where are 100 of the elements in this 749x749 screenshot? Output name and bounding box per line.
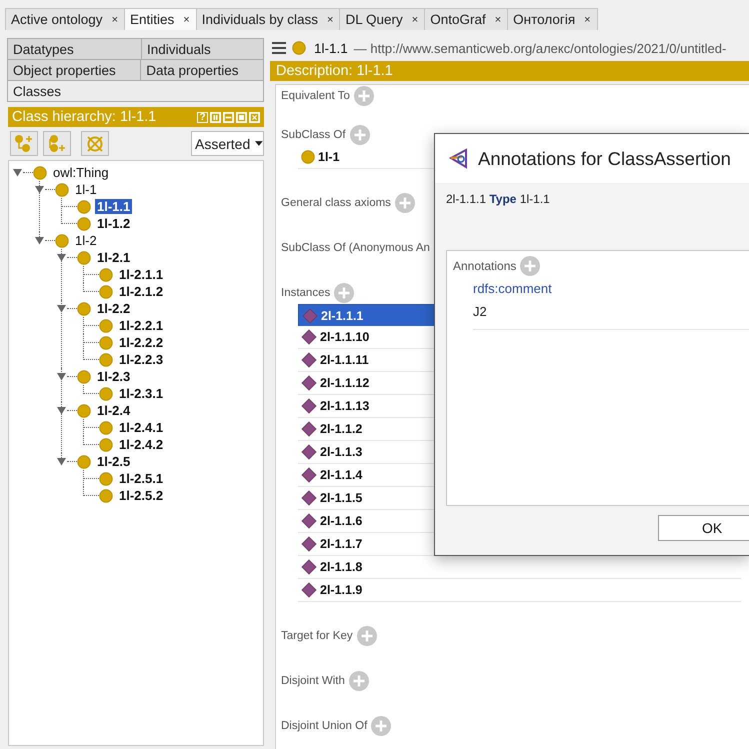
diamond-icon <box>301 513 317 529</box>
tree-item[interactable]: 1l-2.2.3 <box>117 352 166 367</box>
expanded-toggle-icon[interactable] <box>35 185 44 194</box>
add-button[interactable] <box>354 86 374 106</box>
class-circle-icon <box>99 336 113 350</box>
diamond-icon <box>301 536 317 552</box>
tab[interactable]: Active ontology × <box>5 8 125 30</box>
diamond-icon <box>302 308 318 324</box>
menu-icon[interactable] <box>272 42 286 54</box>
class-circle-icon <box>99 420 113 434</box>
diamond-icon <box>301 375 317 391</box>
close-tab-button[interactable]: × <box>494 14 502 26</box>
axiom-text: 2l-1.1.1 Type 1l-1.1 <box>446 192 551 206</box>
expanded-toggle-icon[interactable] <box>35 236 44 245</box>
tree-item[interactable]: 1l-2.3 <box>95 369 132 384</box>
add-button[interactable] <box>520 256 540 276</box>
close-tab-button[interactable]: × <box>327 14 334 26</box>
entity-tab[interactable]: Data properties <box>140 59 264 81</box>
entity-tab[interactable]: Individuals <box>141 38 264 60</box>
tree-item[interactable]: 1l-2.5.2 <box>117 488 166 503</box>
diamond-icon <box>301 421 317 437</box>
tree-item[interactable]: 1l-2.2.1 <box>117 318 166 333</box>
add-subclass-button[interactable] <box>10 131 38 156</box>
tab[interactable]: Entities × <box>124 8 197 30</box>
section-label: SubClass Of <box>281 129 346 141</box>
tree-item[interactable]: 1l-2.4.1 <box>117 420 166 435</box>
tree-item[interactable]: 1l-2.1.1 <box>117 267 166 282</box>
add-button[interactable] <box>371 716 392 736</box>
minimize-icon[interactable] <box>223 112 234 122</box>
diamond-icon <box>301 582 317 598</box>
class-circle-icon <box>77 454 91 468</box>
class-circle-icon <box>55 234 69 248</box>
tree-item[interactable]: 1l-2.2 <box>95 301 132 316</box>
expanded-toggle-icon[interactable] <box>57 406 66 415</box>
diamond-icon <box>301 444 317 460</box>
class-circle-icon <box>99 352 113 366</box>
tree-item[interactable]: 1l-2.5 <box>95 454 132 469</box>
tree-item[interactable]: 1l-1 <box>73 182 99 197</box>
class-circle-icon <box>77 302 91 316</box>
panel-title: Class hierarchy: 1l-1.1 <box>12 109 158 125</box>
tree-item[interactable]: owl:Thing <box>51 165 111 180</box>
tab[interactable]: OntoGraf × <box>424 8 508 30</box>
close-tab-button[interactable]: × <box>584 14 591 26</box>
add-button[interactable] <box>350 125 370 145</box>
delete-icon <box>85 134 105 154</box>
tree-item[interactable]: 1l-2.1 <box>95 250 132 265</box>
add-sibling-icon <box>47 134 67 154</box>
close-tab-button[interactable]: × <box>183 14 190 26</box>
class-circle-icon <box>55 182 69 196</box>
entity-tab[interactable]: Classes <box>7 80 264 102</box>
add-button[interactable] <box>348 671 369 691</box>
class-circle-icon <box>99 284 113 298</box>
class-circle-icon <box>99 268 113 282</box>
class-circle-icon <box>77 404 91 418</box>
entity-tab[interactable]: Object properties <box>7 59 142 81</box>
tree-item[interactable]: 1l-2 <box>73 233 99 248</box>
close-tab-button[interactable]: × <box>112 14 118 26</box>
entity-name: 1l-1.1 <box>314 40 348 56</box>
tree-item[interactable]: 1l-2.4 <box>95 403 132 418</box>
tree-item[interactable]: 1l-1.1 <box>95 199 132 214</box>
tab[interactable]: DL Query × <box>339 8 426 30</box>
maximize-icon[interactable] <box>236 112 247 122</box>
class-circle-icon <box>99 318 113 332</box>
tree-item[interactable]: 1l-2.2.2 <box>117 335 166 350</box>
annotation-value: J2 <box>473 304 749 330</box>
section-label: Annotations <box>453 259 516 273</box>
annotation-property-link[interactable]: rdfs:comment <box>473 281 749 296</box>
diamond-icon <box>301 398 317 414</box>
tree-item[interactable]: 1l-1.2 <box>95 216 132 231</box>
section-label: Disjoint With <box>281 675 345 687</box>
tree-item[interactable]: 1l-2.4.2 <box>117 437 166 452</box>
diamond-icon <box>301 559 317 575</box>
view-mode-dropdown[interactable]: Asserted <box>191 131 264 156</box>
expanded-toggle-icon[interactable] <box>57 304 66 313</box>
split-view-icon[interactable] <box>210 112 221 122</box>
section-label: General class axioms <box>281 197 391 209</box>
ok-button[interactable]: OK <box>658 515 749 541</box>
delete-button[interactable] <box>81 131 109 156</box>
add-sibling-button[interactable] <box>43 131 71 156</box>
tree-item[interactable]: 1l-2.3.1 <box>117 386 166 401</box>
expanded-toggle-icon[interactable] <box>57 457 66 466</box>
add-button[interactable] <box>394 193 415 213</box>
section-label: Target for Key <box>281 630 353 642</box>
expanded-toggle-icon[interactable] <box>13 168 22 177</box>
close-icon[interactable] <box>249 112 260 122</box>
section-label: SubClass Of (Anonymous An <box>281 242 430 254</box>
tree-item[interactable]: 1l-2.5.1 <box>117 471 166 486</box>
list-item[interactable]: 2l-1.1.9 <box>298 579 741 602</box>
class-circle-icon <box>77 216 91 230</box>
section-label: Disjoint Union Of <box>281 720 368 732</box>
tab[interactable]: Онтологія × <box>507 8 598 30</box>
diamond-icon <box>301 467 317 483</box>
tab[interactable]: Individuals by class × <box>196 8 340 30</box>
close-tab-button[interactable]: × <box>412 14 418 26</box>
add-button[interactable] <box>356 626 377 646</box>
expanded-toggle-icon[interactable] <box>57 253 66 262</box>
expanded-toggle-icon[interactable] <box>57 372 66 381</box>
add-button[interactable] <box>334 283 354 303</box>
entity-tab[interactable]: Datatypes <box>7 38 142 60</box>
tree-item[interactable]: 1l-2.1.2 <box>117 284 166 299</box>
